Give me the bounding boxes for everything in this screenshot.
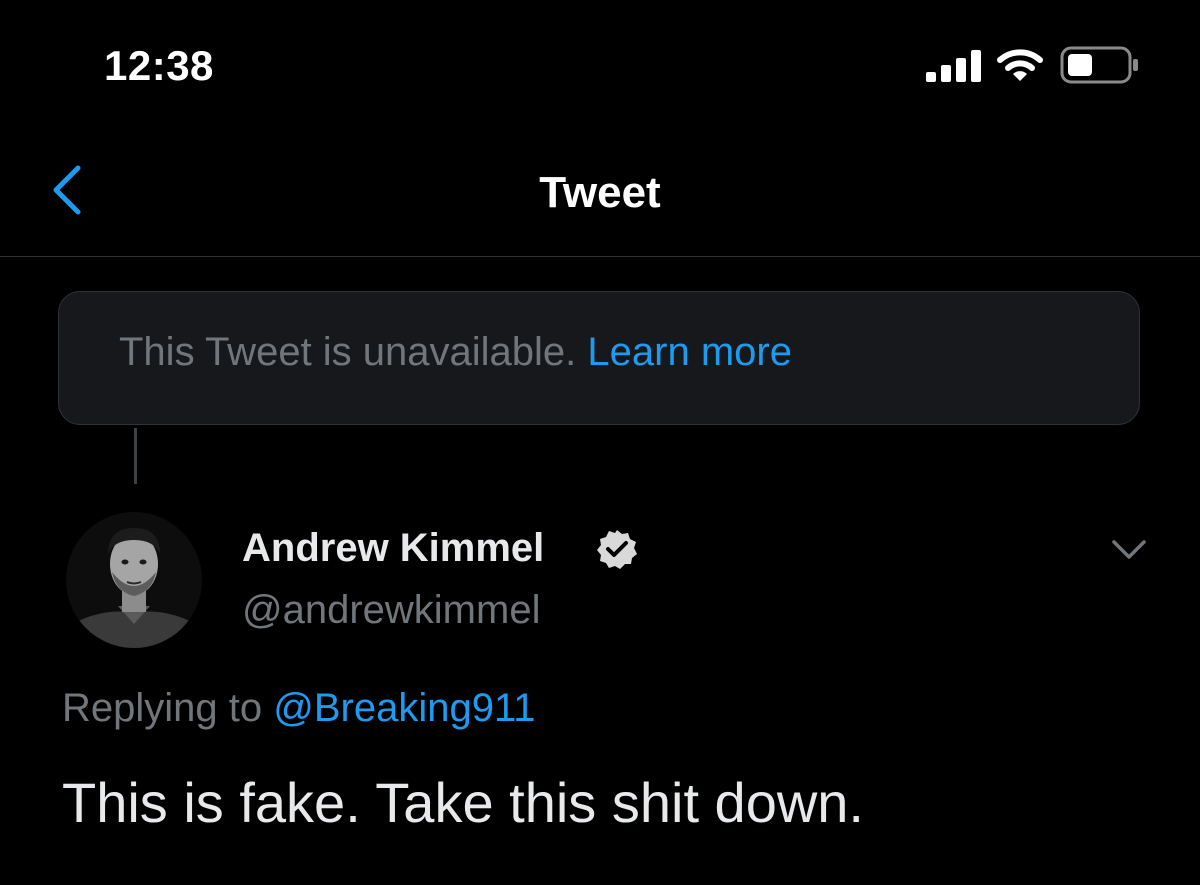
author-handle[interactable]: @andrewkimmel xyxy=(242,588,540,633)
tweet-text: This is fake. Take this shit down. xyxy=(62,771,864,834)
unavailable-text: This Tweet is unavailable. xyxy=(119,330,577,374)
signal-icon xyxy=(926,50,981,82)
nav-header: Tweet xyxy=(0,130,1200,257)
avatar[interactable] xyxy=(66,502,202,658)
chevron-down-icon[interactable] xyxy=(1108,532,1150,568)
unavailable-message: This Tweet is unavailable. Learn more xyxy=(119,330,792,375)
author-name[interactable]: Andrew Kimmel xyxy=(242,526,544,571)
replying-to-line: Replying to @Breaking911 xyxy=(62,686,536,731)
unavailable-notice: This Tweet is unavailable. Learn more xyxy=(58,291,1140,425)
replying-to-label: Replying to xyxy=(62,686,263,730)
status-bar: 12:38 xyxy=(0,0,1200,130)
verified-badge-icon xyxy=(597,530,637,569)
learn-more-link[interactable]: Learn more xyxy=(587,330,792,374)
wifi-icon xyxy=(997,49,1043,81)
battery-icon xyxy=(1060,46,1138,84)
thread-connector-line xyxy=(134,428,137,484)
replying-to-handle[interactable]: @Breaking911 xyxy=(273,686,535,730)
status-time: 12:38 xyxy=(104,42,214,89)
page-title: Tweet xyxy=(539,168,661,217)
